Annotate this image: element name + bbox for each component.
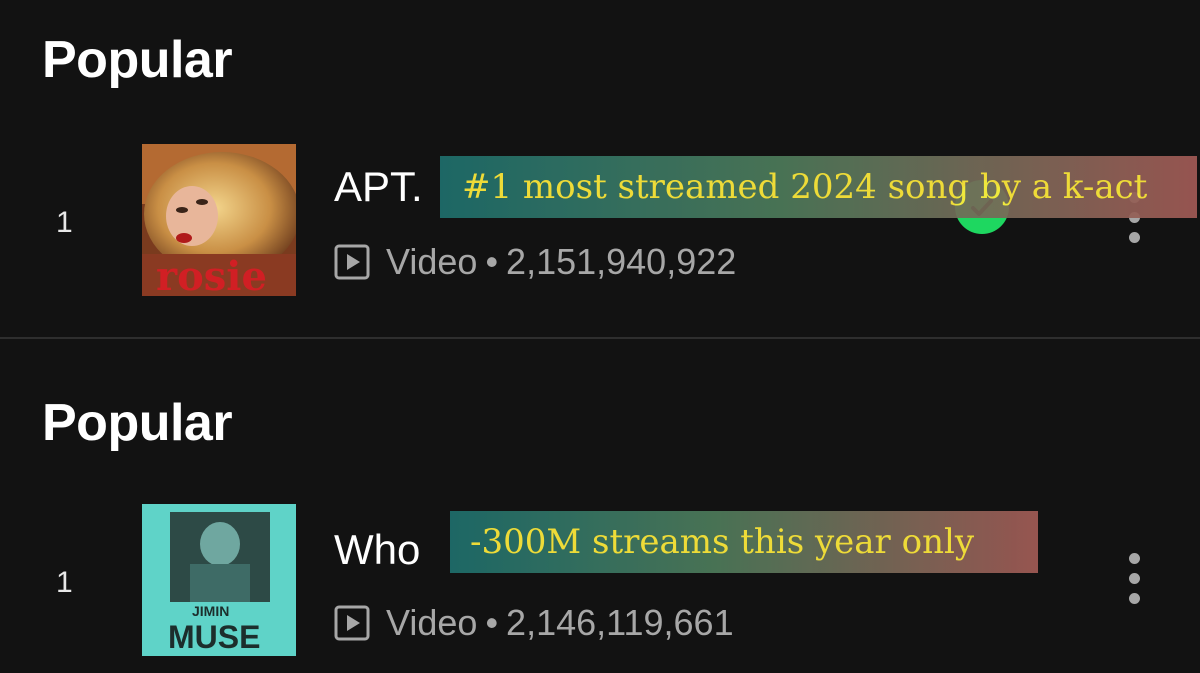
svg-text:JIMIN: JIMIN: [192, 603, 229, 619]
album-art[interactable]: rosie: [142, 144, 296, 296]
annotation-banner: -300M streams this year only: [450, 511, 1038, 573]
svg-text:MUSE: MUSE: [168, 619, 260, 655]
album-art[interactable]: JIMIN MUSE: [142, 504, 296, 656]
separator: •: [485, 602, 499, 643]
separator: •: [485, 241, 499, 282]
track-rank: 1: [56, 566, 73, 599]
annotation-banner: #1 most streamed 2024 song by a k-act: [440, 156, 1197, 218]
track-rank: 1: [56, 206, 73, 239]
track-meta: Video • 2,146,119,661: [334, 602, 734, 644]
type-label: Video: [386, 241, 478, 282]
type-label: Video: [386, 602, 478, 643]
play-count: 2,146,119,661: [506, 602, 734, 643]
section-heading: Popular: [42, 31, 233, 89]
svg-text:rosie: rosie: [156, 253, 267, 296]
play-count: 2,151,940,922: [506, 241, 737, 282]
track-title[interactable]: Who: [334, 526, 420, 574]
section-heading: Popular: [42, 394, 233, 452]
popular-section-2: Popular 1 JIMIN MUSE Who Video • 2,146,1…: [0, 339, 1200, 673]
video-play-icon: [334, 244, 370, 280]
popular-section-1: Popular 1 rosie APT. Video • 2,151,940,9…: [0, 0, 1200, 337]
video-play-icon: [334, 605, 370, 641]
track-meta: Video • 2,151,940,922: [334, 241, 736, 283]
more-vertical-icon[interactable]: [1126, 553, 1142, 613]
track-title[interactable]: APT.: [334, 163, 423, 211]
